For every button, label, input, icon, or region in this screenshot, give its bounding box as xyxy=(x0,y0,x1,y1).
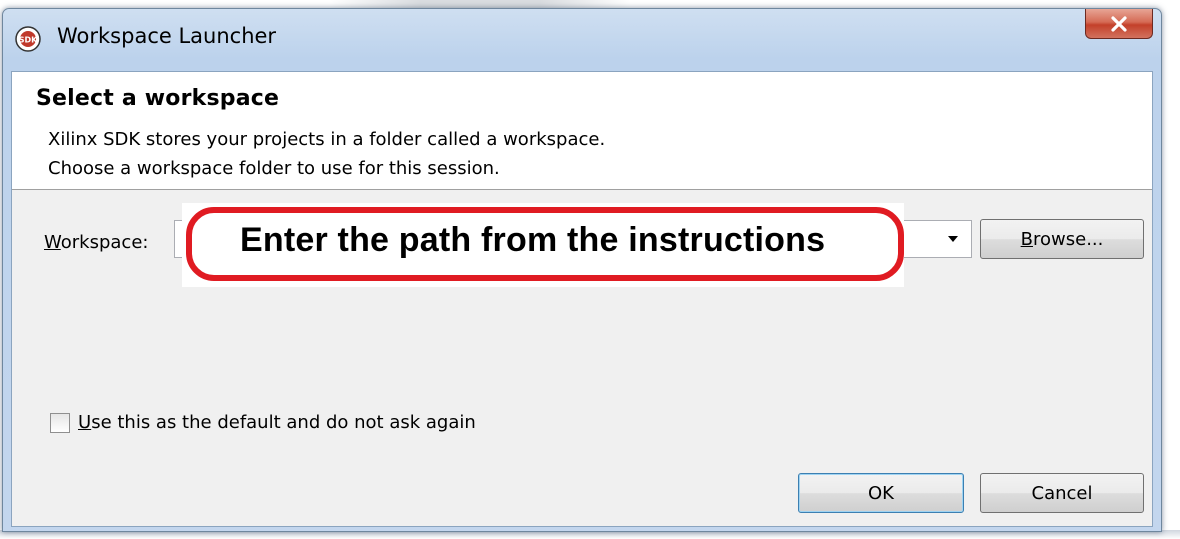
svg-text:SDK: SDK xyxy=(19,36,38,45)
description-line-2: Choose a workspace folder to use for thi… xyxy=(48,158,500,179)
callout-text: Enter the path from the instructions xyxy=(240,221,826,259)
instruction-callout: Enter the path from the instructions xyxy=(182,203,904,287)
default-workspace-option[interactable]: Use this as the default and do not ask a… xyxy=(50,412,476,433)
browse-label-rest: rowse... xyxy=(1033,228,1104,250)
browse-button[interactable]: Browse... xyxy=(980,219,1144,259)
cancel-button[interactable]: Cancel xyxy=(980,473,1144,513)
checkbox-mnemonic: U xyxy=(78,412,92,433)
window-title: Workspace Launcher xyxy=(57,24,277,48)
default-checkbox[interactable] xyxy=(50,412,70,433)
workspace-label-mnemonic: W xyxy=(44,232,61,253)
page-title: Select a workspace xyxy=(36,86,280,111)
workspace-dropdown-button[interactable] xyxy=(935,221,971,257)
ok-button[interactable]: OK xyxy=(798,473,964,513)
workspace-launcher-dialog: SDK Workspace Launcher Select a workspac… xyxy=(2,8,1162,532)
close-icon xyxy=(1111,15,1127,32)
workspace-label-rest: orkspace: xyxy=(60,232,149,253)
sdk-logo-icon: SDK xyxy=(15,26,41,52)
checkbox-label-rest: se this as the default and do not ask ag… xyxy=(91,412,476,433)
title-bar[interactable]: SDK Workspace Launcher xyxy=(3,9,1161,71)
dialog-content: Select a workspace Xilinx SDK stores you… xyxy=(11,71,1153,527)
close-button[interactable] xyxy=(1085,9,1153,39)
browse-mnemonic: B xyxy=(1020,228,1033,250)
chevron-down-icon xyxy=(948,236,958,242)
workspace-label: Workspace: xyxy=(44,232,148,253)
default-checkbox-label[interactable]: Use this as the default and do not ask a… xyxy=(78,412,476,433)
header-area: Select a workspace Xilinx SDK stores you… xyxy=(12,72,1152,190)
description-line-1: Xilinx SDK stores your projects in a fol… xyxy=(48,129,606,150)
